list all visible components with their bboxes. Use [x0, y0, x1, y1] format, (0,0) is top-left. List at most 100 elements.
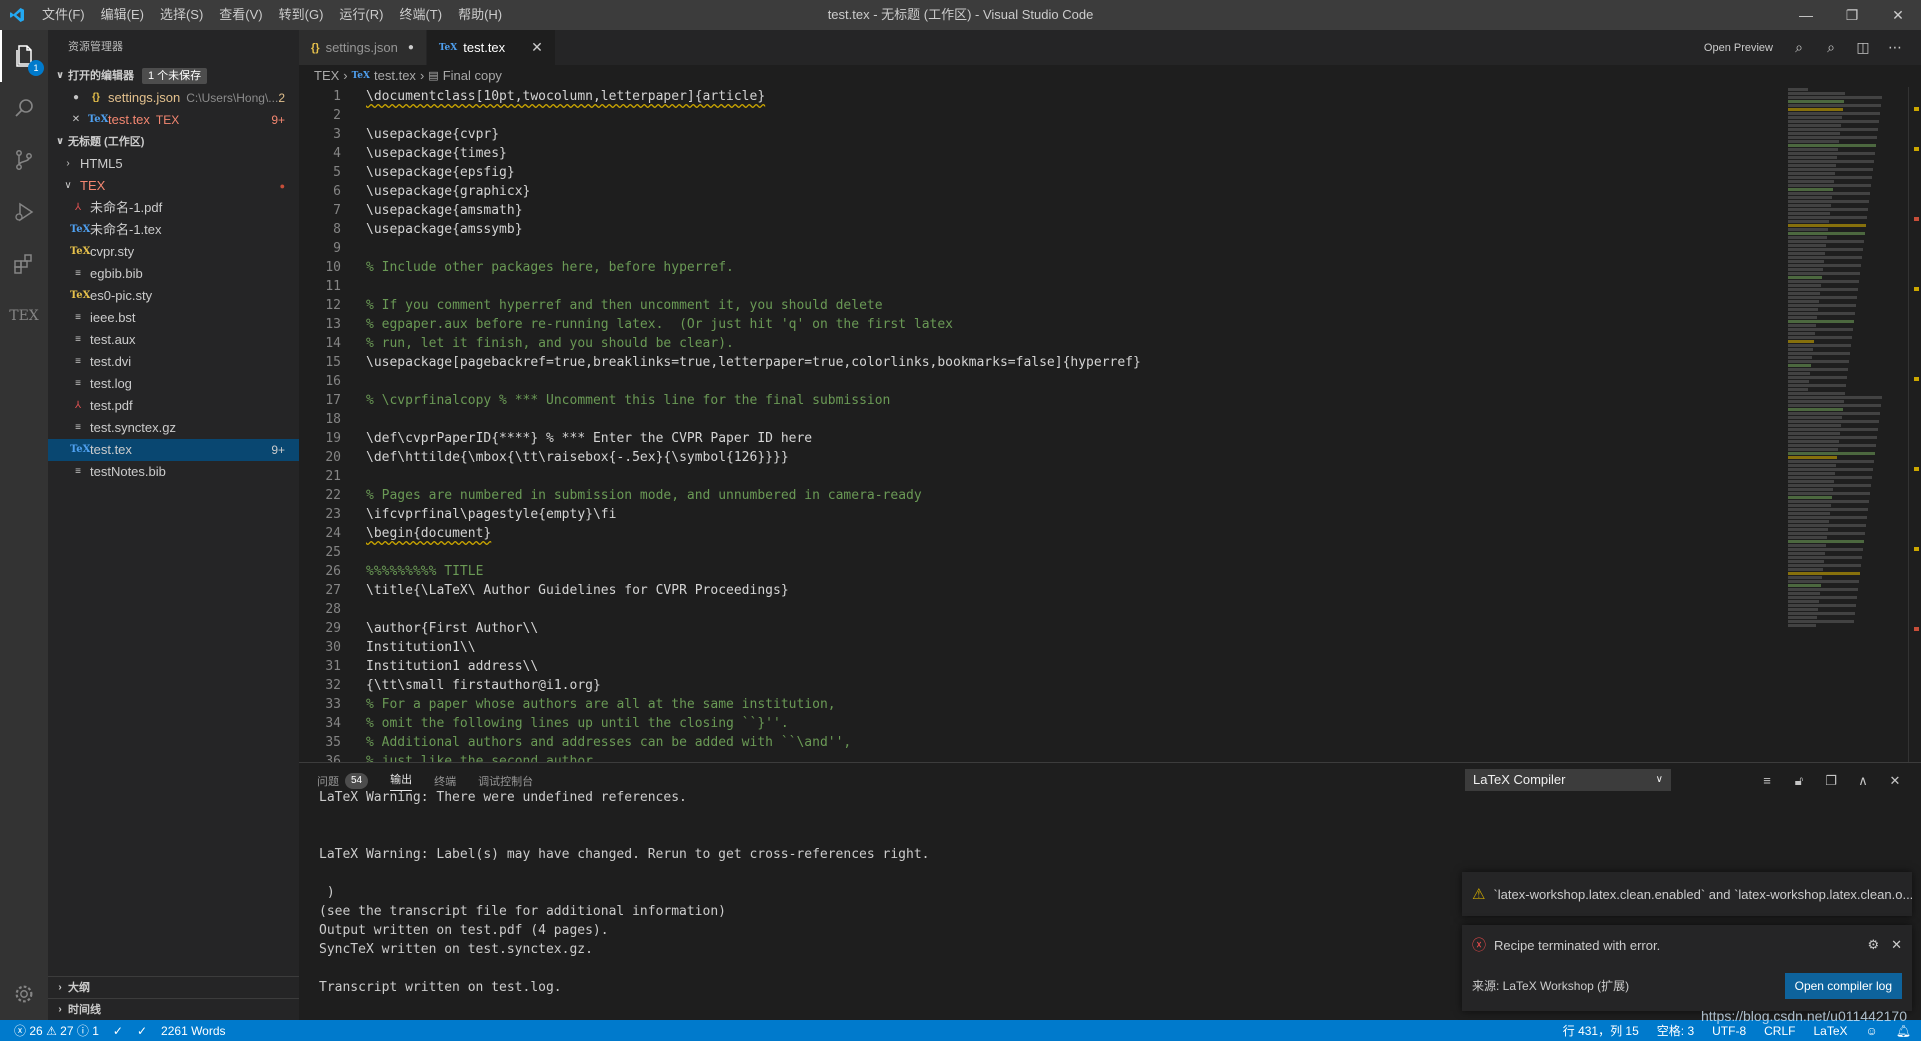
file-item[interactable]: ⅄ test.pdf	[48, 395, 299, 417]
code-editor[interactable]: 1 \documentclass[10pt,twocolumn,letterpap…	[299, 87, 1779, 762]
split-editor-icon[interactable]: ◫	[1847, 39, 1879, 56]
menu-file[interactable]: 文件(F)	[34, 0, 93, 30]
close-window-icon[interactable]: ✕	[1875, 0, 1921, 30]
line-number: 36	[325, 754, 341, 762]
line-ending[interactable]: CRLF	[1764, 1024, 1795, 1038]
lock-icon[interactable]: 🔓︎	[1783, 773, 1815, 789]
word-count[interactable]: 2261 Words	[161, 1024, 225, 1038]
file-item[interactable]: TeX 未命名-1.tex	[48, 219, 299, 241]
build-icon[interactable]: ⌕	[1815, 39, 1847, 56]
warning-notification[interactable]: ⚠ `latex-workshop.latex.clean.enabled` a…	[1462, 872, 1912, 916]
preview-icon[interactable]: ⌕	[1783, 39, 1815, 56]
menu-go[interactable]: 转到(G)	[271, 0, 332, 30]
code-line: 13 % egpaper.aux before re-running latex.…	[299, 315, 1779, 334]
breadcrumb-folder[interactable]: TEX	[314, 65, 339, 87]
open-preview-button[interactable]: Open Preview	[1704, 42, 1773, 54]
file-item[interactable]: TeX es0-pic.sty	[48, 285, 299, 307]
minimap-line	[1788, 212, 1830, 215]
file-item[interactable]: ≡ test.dvi	[48, 351, 299, 373]
open-editor-settings[interactable]: ● {} settings.json C:\Users\Hong\... 2	[48, 87, 299, 109]
minimap-line	[1788, 456, 1837, 459]
file-name: egbib.bib	[90, 266, 143, 281]
feedback-icon[interactable]: ☺	[1866, 1024, 1878, 1038]
minimap-line	[1788, 108, 1843, 111]
minimap-line	[1788, 168, 1873, 171]
workspace-section[interactable]: ∨ 无标题 (工作区)	[48, 131, 299, 153]
check-icon[interactable]: ✓	[137, 1024, 147, 1038]
file-item[interactable]: TeX test.tex 9+	[48, 439, 299, 461]
breadcrumb-file[interactable]: test.tex	[374, 65, 416, 87]
explorer-activity[interactable]: 1	[0, 30, 48, 82]
file-item[interactable]: ≡ testNotes.bib	[48, 461, 299, 483]
indentation[interactable]: 空格: 3	[1657, 1022, 1694, 1039]
minimap-line	[1788, 588, 1858, 591]
encoding[interactable]: UTF-8	[1712, 1024, 1746, 1038]
open-editors-section[interactable]: ∨ 打开的编辑器 1 个未保存	[48, 65, 299, 87]
minimap-line	[1788, 368, 1848, 371]
minimap[interactable]	[1788, 87, 1908, 762]
tab-problems[interactable]: 问题 54	[317, 772, 369, 789]
file-item[interactable]: ≡ test.log	[48, 373, 299, 395]
code-text: % run, let it finish, and you should be …	[366, 336, 734, 351]
file-item[interactable]: TeX cvpr.sty	[48, 241, 299, 263]
problems-status[interactable]: ⓧ 26 ⚠ 27 ⓘ 1	[14, 1022, 99, 1039]
code-line: 10 % Include other packages here, before …	[299, 258, 1779, 277]
maximize-panel-icon[interactable]: ∧	[1847, 773, 1879, 789]
chevron-down-icon: ∨	[64, 180, 72, 191]
close-icon[interactable]: ✕	[531, 39, 543, 56]
file-item[interactable]: ⅄ 未命名-1.pdf	[48, 197, 299, 219]
tab-settings-json[interactable]: {} settings.json ●	[299, 30, 427, 65]
tex-activity[interactable]: TEX	[0, 290, 48, 342]
folder-html5[interactable]: › HTML5	[48, 153, 299, 175]
text-file-icon: ≡	[75, 356, 81, 367]
line-number: 28	[325, 602, 341, 617]
bell-icon[interactable]: 🔔︎	[1896, 1024, 1911, 1038]
check-icon[interactable]: ✓	[113, 1024, 123, 1038]
close-panel-icon[interactable]: ✕	[1879, 773, 1911, 789]
tab-debug-console[interactable]: 调试控制台	[478, 773, 533, 789]
menu-terminal[interactable]: 终端(T)	[391, 0, 450, 30]
restore-icon[interactable]: ❐	[1829, 0, 1875, 30]
output-channel-select[interactable]: LaTeX Compiler ∨	[1465, 769, 1671, 791]
chevron-right-icon: ›	[419, 68, 425, 83]
open-compiler-log-button[interactable]: Open compiler log	[1784, 973, 1902, 999]
open-log-icon[interactable]: ❐	[1815, 773, 1847, 789]
file-item[interactable]: ≡ test.aux	[48, 329, 299, 351]
menu-selection[interactable]: 选择(S)	[152, 0, 211, 30]
code-line: 20 \def\httilde{\mbox{\tt\raisebox{-.5ex}…	[299, 448, 1779, 467]
unsaved-dot-icon[interactable]: ●	[408, 42, 414, 53]
open-editor-test-tex[interactable]: ✕ TeX test.tex TEX 9+	[48, 109, 299, 131]
minimap-line	[1788, 104, 1881, 107]
outline-section[interactable]: › 大纲	[48, 976, 299, 998]
minimize-icon[interactable]: —	[1783, 0, 1829, 30]
settings-activity[interactable]	[0, 968, 48, 1020]
source-control-activity[interactable]	[0, 134, 48, 186]
file-name: 未命名-1.tex	[90, 222, 162, 237]
tab-terminal[interactable]: 终端	[434, 773, 456, 789]
minimap-line	[1788, 344, 1851, 347]
language-mode[interactable]: LaTeX	[1813, 1024, 1847, 1038]
close-icon[interactable]: ✕	[68, 109, 84, 131]
file-item[interactable]: ≡ test.synctex.gz	[48, 417, 299, 439]
search-activity[interactable]	[0, 82, 48, 134]
cursor-position[interactable]: 行 431，列 15	[1563, 1022, 1639, 1039]
menu-view[interactable]: 查看(V)	[211, 0, 270, 30]
file-item[interactable]: ≡ egbib.bib	[48, 263, 299, 285]
minimap-line	[1788, 272, 1860, 275]
run-debug-activity[interactable]	[0, 186, 48, 238]
unsaved-dot-icon[interactable]: ●	[68, 87, 84, 109]
close-icon[interactable]: ✕	[1891, 937, 1902, 953]
file-item[interactable]: ≡ ieee.bst	[48, 307, 299, 329]
menu-run[interactable]: 运行(R)	[331, 0, 391, 30]
gear-icon[interactable]: ⚙	[1867, 937, 1879, 953]
extensions-activity[interactable]	[0, 238, 48, 290]
menu-edit[interactable]: 编辑(E)	[93, 0, 152, 30]
more-icon[interactable]: ⋯	[1879, 39, 1911, 56]
breadcrumb-symbol[interactable]: Final copy	[443, 65, 502, 87]
editor-scrollbar[interactable]	[1908, 87, 1921, 762]
tab-test-tex[interactable]: TeX test.tex ✕	[426, 30, 556, 65]
menu-help[interactable]: 帮助(H)	[450, 0, 510, 30]
timeline-section[interactable]: › 时间线	[48, 998, 299, 1020]
clear-output-icon[interactable]: ≡	[1751, 773, 1783, 788]
folder-tex[interactable]: ∨ TEX ●	[48, 175, 299, 197]
